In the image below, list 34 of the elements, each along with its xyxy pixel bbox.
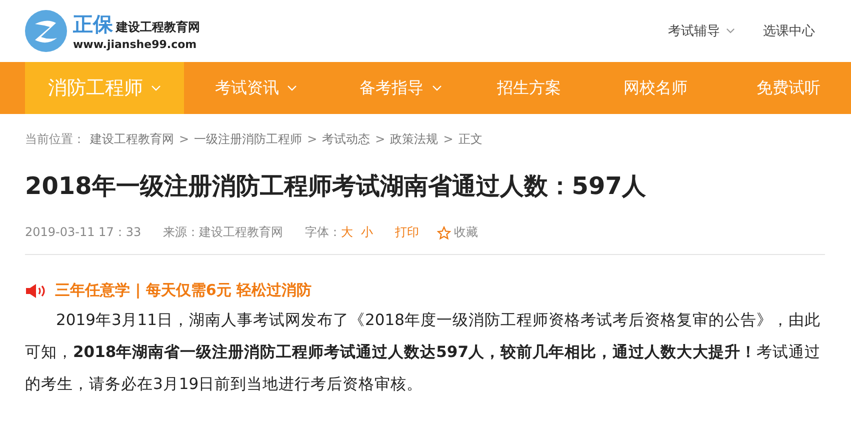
breadcrumb-separator: > [443, 132, 454, 146]
top-link[interactable]: 考试辅导 [668, 22, 735, 40]
favorite-link[interactable]: 收藏 [437, 224, 478, 241]
breadcrumb-label: 当前位置： [25, 130, 85, 148]
breadcrumb-link[interactable]: 建设工程教育网 [90, 130, 174, 148]
logo-url: www.jianshe99.com [73, 38, 198, 51]
logo-site-name: 建设工程教育网 [116, 19, 200, 36]
nav-tab[interactable]: 免费试听 [726, 62, 851, 114]
breadcrumb-separator: > [307, 132, 318, 146]
nav-tab[interactable]: 消防工程师 [25, 62, 184, 114]
breadcrumb-separator: > [375, 132, 386, 146]
font-large-link[interactable]: 大 [341, 224, 354, 241]
logo-brand: 正保 [73, 11, 113, 38]
breadcrumb-link[interactable]: 政策法规 [390, 130, 438, 148]
nav-tab[interactable]: 招生方案 [472, 62, 586, 114]
breadcrumb-link[interactable]: 正文 [458, 130, 482, 148]
publish-datetime: 2019-03-11 17：33 [25, 224, 142, 241]
top-link[interactable]: 选课中心 [763, 22, 815, 40]
font-small-link[interactable]: 小 [361, 224, 374, 241]
print-link[interactable]: 打印 [395, 224, 420, 241]
logo-icon [25, 10, 67, 52]
nav-tab[interactable]: 网校名师 [585, 62, 726, 114]
promo-link[interactable]: 三年任意学 | 每天仅需6元 轻松过消防 [55, 281, 312, 300]
article-title: 2018年一级注册消防工程师考试湖南省通过人数：597人 [25, 171, 647, 202]
breadcrumb-separator: > [179, 132, 190, 146]
nav-tab[interactable]: 备考指导 [328, 62, 473, 114]
breadcrumb-link[interactable]: 考试动态 [322, 130, 370, 148]
font-size-label: 字体： [305, 224, 342, 241]
nav-tab[interactable]: 考试资讯 [184, 62, 328, 114]
breadcrumb-link[interactable]: 一级注册消防工程师 [194, 130, 302, 148]
article-source: 来源：建设工程教育网 [163, 224, 284, 241]
star-icon [437, 226, 452, 240]
article-paragraph: 2019年3月11日，湖南人事考试网发布了《2018年度一级消防工程师资格考试考后资格复审的公告》，由此可知，2018年湖南省一级注册消防工程师考试通过人数达597人，较前几年相比，通过人数大大提升！考试通过的考生，请务必在3月19日前到当地进行考后资格审核。 [25, 310, 822, 395]
speaker-icon [25, 284, 47, 298]
